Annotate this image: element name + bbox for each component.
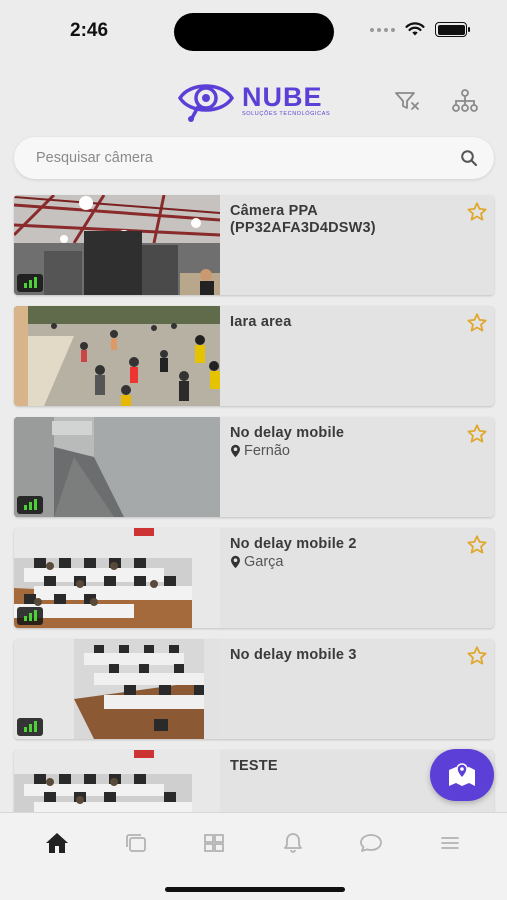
star-outline-icon[interactable] [466, 423, 488, 445]
camera-list: Câmera PPA (PP32AFA3D4DSW3) Iara area No… [14, 195, 494, 861]
menu-icon [440, 837, 459, 849]
star-outline-icon[interactable] [466, 312, 488, 334]
search-icon[interactable] [460, 149, 478, 167]
brand-name: NUBE [242, 82, 323, 112]
camera-thumbnail [14, 195, 220, 295]
camera-location-label: Garça [244, 554, 284, 570]
camera-name: No delay mobile 3 [230, 647, 357, 663]
nav-chat[interactable] [351, 829, 391, 857]
nav-notifications[interactable] [273, 829, 313, 857]
search-bar [14, 137, 494, 179]
hierarchy-button[interactable] [450, 86, 480, 116]
camera-card[interactable]: Câmera PPA (PP32AFA3D4DSW3) [14, 195, 494, 295]
camera-card[interactable]: No delay mobile 3 [14, 639, 494, 739]
map-view-button[interactable] [430, 749, 494, 801]
status-bar: 2:46 [0, 0, 507, 64]
grid-icon [204, 834, 225, 852]
hierarchy-icon [452, 89, 478, 112]
camera-name: No delay mobile [230, 425, 345, 441]
location-pin-icon [231, 444, 240, 458]
camera-thumbnail [14, 417, 220, 517]
nav-home[interactable] [37, 829, 77, 857]
star-outline-icon[interactable] [466, 201, 488, 223]
star-outline-icon[interactable] [466, 534, 488, 556]
home-icon [46, 833, 69, 853]
bottom-navigation [0, 812, 507, 900]
signal-strength-icon [17, 274, 43, 292]
nav-grid[interactable] [194, 829, 234, 857]
filter-clear-icon [395, 92, 419, 110]
wifi-icon [405, 22, 425, 36]
camera-thumbnail [14, 639, 220, 739]
nav-copy[interactable] [116, 829, 156, 857]
map-pin-icon [449, 763, 475, 786]
dynamic-island [174, 13, 334, 51]
camera-thumbnail [14, 306, 220, 406]
location-pin-icon [231, 555, 240, 569]
clear-filter-button[interactable] [392, 86, 422, 116]
nube-logo: NUBE SOLUÇÕES TECNOLÓGICAS [176, 76, 330, 124]
status-icons [370, 22, 470, 37]
camera-name: Iara area [230, 314, 292, 330]
camera-name: No delay mobile 2 [230, 536, 357, 552]
camera-card[interactable]: No delay mobile Fernão [14, 417, 494, 517]
eye-logo-icon [177, 84, 235, 122]
star-outline-icon[interactable] [466, 645, 488, 667]
camera-location: Garça [230, 554, 484, 570]
status-time: 2:46 [70, 20, 109, 41]
camera-location: Fernão [230, 443, 484, 459]
brand-tagline: SOLUÇÕES TECNOLÓGICAS [242, 111, 331, 117]
battery-icon [435, 22, 470, 37]
signal-strength-icon [17, 718, 43, 736]
camera-location-label: Fernão [244, 443, 290, 459]
home-indicator [165, 887, 345, 892]
cellular-dots-icon [370, 27, 395, 32]
bell-icon [283, 833, 302, 853]
search-input[interactable] [36, 150, 460, 166]
camera-card[interactable]: Iara area [14, 306, 494, 406]
nav-menu[interactable] [430, 829, 470, 857]
camera-thumbnail [14, 528, 220, 628]
signal-strength-icon [17, 496, 43, 514]
camera-name: Câmera PPA (PP32AFA3D4DSW3) [230, 203, 376, 236]
copy-icon [125, 834, 146, 852]
camera-card[interactable]: No delay mobile 2 Garça [14, 528, 494, 628]
chat-icon [360, 834, 383, 852]
signal-strength-icon [17, 607, 43, 625]
app-header: NUBE SOLUÇÕES TECNOLÓGICAS [0, 72, 507, 128]
